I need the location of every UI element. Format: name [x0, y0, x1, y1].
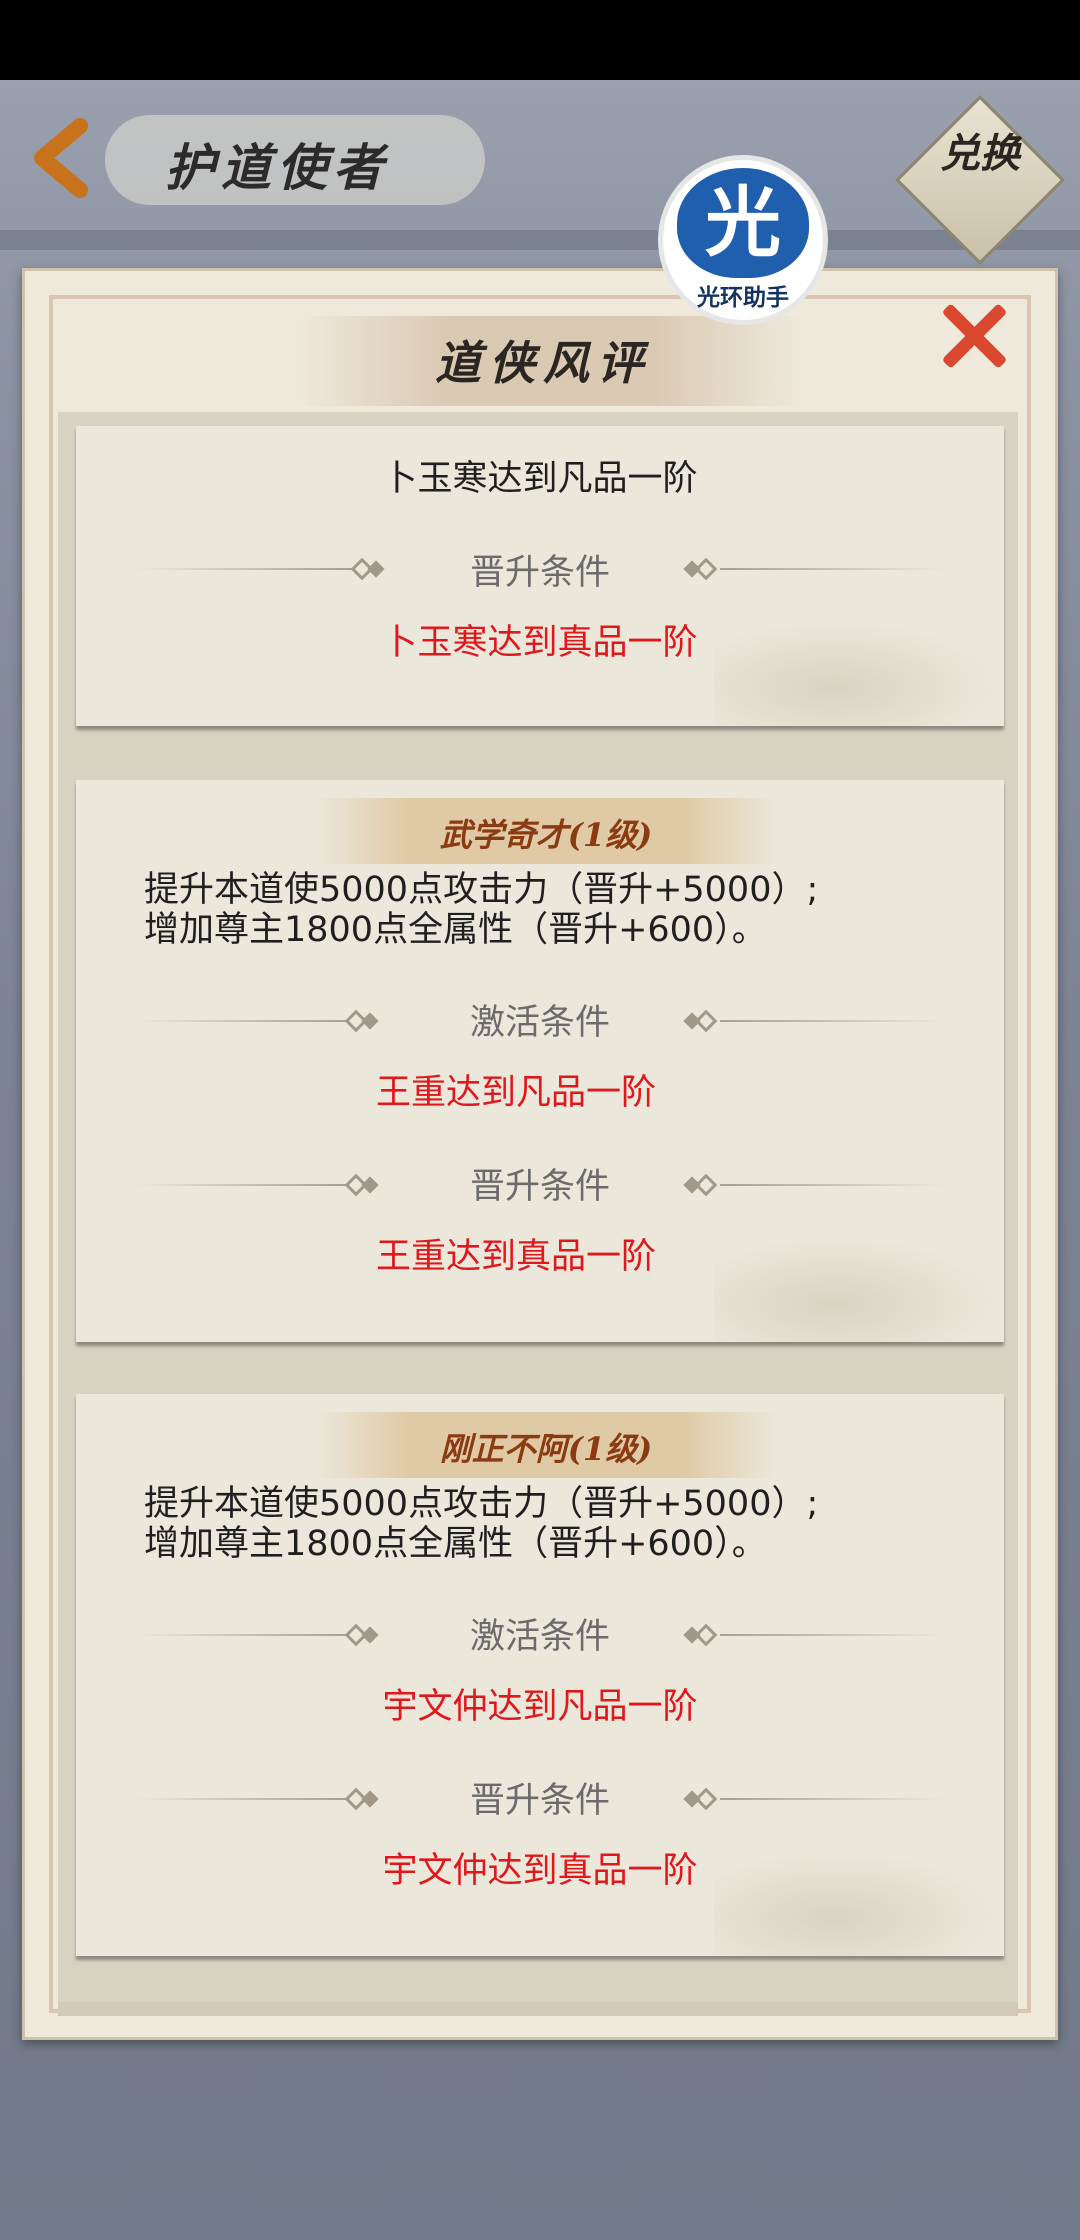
close-icon[interactable]	[938, 300, 1010, 372]
page-title: 护道使者	[165, 138, 389, 197]
logo-caption: 光环助手	[697, 285, 789, 311]
dialog-title: 道侠风评	[435, 336, 651, 390]
card-list[interactable]: 卜玉寒达到凡品一阶 晋升条件 卜玉寒达到真品一阶 武学奇才(1级) 提升本道使5…	[58, 412, 1018, 2002]
skill-desc-line: 增加尊主1800点全属性（晋升+600）。	[144, 910, 767, 950]
activate-condition: 王重达到凡品一阶	[375, 1073, 656, 1113]
current-rank-text: 卜玉寒达到凡品一阶	[382, 459, 698, 499]
watermark-logo: 光 光环助手	[658, 155, 828, 325]
back-button[interactable]	[28, 118, 98, 198]
skill-desc-line: 增加尊主1800点全属性（晋升+600）。	[144, 1524, 767, 1564]
back-arrow-icon	[34, 118, 88, 198]
list-item: 卜玉寒达到凡品一阶 晋升条件 卜玉寒达到真品一阶	[76, 426, 1004, 726]
skill-desc-line: 提升本道使5000点攻击力（晋升+5000）;	[144, 1484, 819, 1524]
promote-condition: 宇文仲达到真品一阶	[382, 1851, 698, 1891]
list-bottom-edge	[58, 2002, 1018, 2016]
activate-condition: 宇文仲达到凡品一阶	[382, 1687, 698, 1727]
redeem-button[interactable]: 兑换	[920, 130, 1040, 230]
skill-desc-line: 提升本道使5000点攻击力（晋升+5000）;	[144, 870, 819, 910]
promote-condition: 卜玉寒达到真品一阶	[382, 623, 698, 663]
skill-title: 武学奇才(1级)	[439, 816, 653, 854]
promote-condition: 王重达到真品一阶	[375, 1237, 656, 1277]
status-bar	[0, 0, 1080, 80]
list-item: 武学奇才(1级) 提升本道使5000点攻击力（晋升+5000）; 增加尊主180…	[76, 780, 1004, 1342]
logo-glyph: 光	[677, 168, 809, 278]
skill-title: 刚正不阿(1级)	[439, 1430, 653, 1468]
list-item: 刚正不阿(1级) 提升本道使5000点攻击力（晋升+5000）; 增加尊主180…	[76, 1394, 1004, 1956]
